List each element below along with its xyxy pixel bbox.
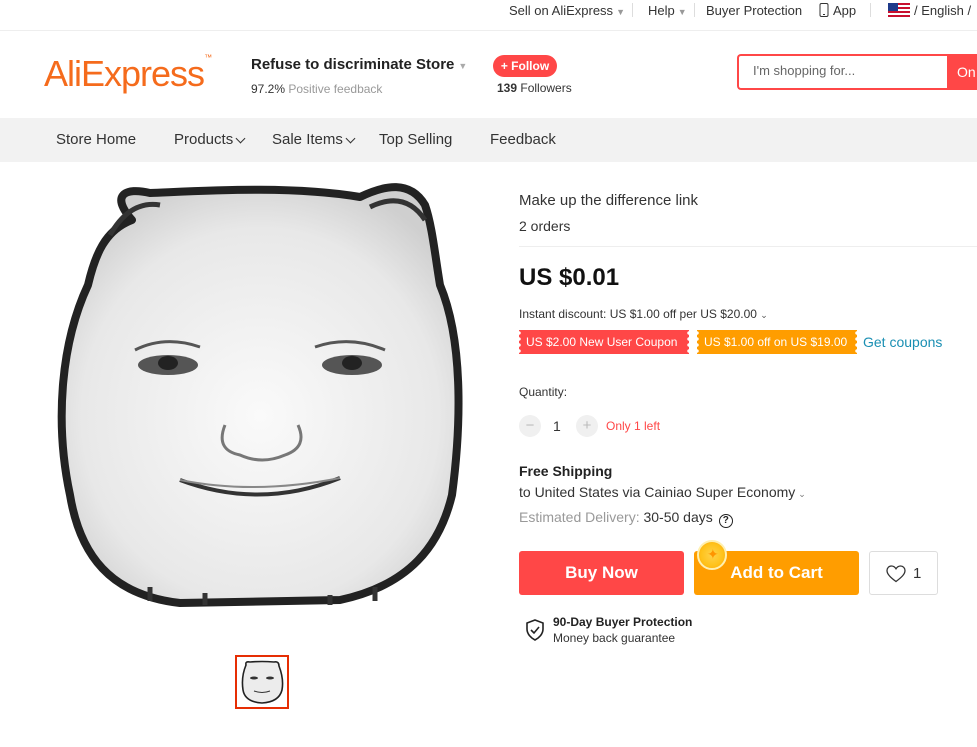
nav-products[interactable]: Products <box>174 131 246 148</box>
delivery-value: 30-50 days <box>643 509 713 525</box>
wishlist-button[interactable]: 1 <box>869 551 938 595</box>
plus-icon: + <box>582 417 592 434</box>
sell-on-aliexpress-link[interactable]: Sell on AliExpress ▼ <box>509 3 625 18</box>
product-main-image[interactable] <box>40 175 485 620</box>
feedback-value: 97.2% <box>251 82 286 96</box>
shipping-destination[interactable]: to United States via Cainiao Super Econo… <box>519 484 806 500</box>
thumbnail-image <box>237 657 287 707</box>
feedback-label: Positive feedback <box>288 82 383 96</box>
language-label: / English / <box>914 3 972 18</box>
new-user-coupon[interactable]: US $2.00 New User Coupon <box>519 330 689 354</box>
sparkle-badge-icon: ✦ <box>697 540 727 570</box>
quantity-decrease-button[interactable]: − <box>519 415 541 437</box>
order-count: 2 orders <box>519 218 571 234</box>
chevron-down-icon <box>345 133 356 144</box>
app-label: App <box>833 3 857 18</box>
divider <box>632 3 633 17</box>
sell-label: Sell on AliExpress <box>509 3 614 18</box>
shield-check-icon <box>526 619 544 641</box>
instant-discount[interactable]: Instant discount: US $1.00 off per US $2… <box>519 307 768 321</box>
store-header: AliExpress™ Refuse to discriminate Store… <box>0 30 977 118</box>
nav-feedback[interactable]: Feedback <box>490 131 556 148</box>
search-button[interactable]: On <box>947 54 977 90</box>
get-coupons-link[interactable]: Get coupons <box>863 334 942 350</box>
store-nav: Store Home Products Sale Items Top Selli… <box>0 118 977 162</box>
nav-label: Products <box>174 131 234 148</box>
nav-sale-items[interactable]: Sale Items <box>272 131 356 148</box>
nav-top-selling[interactable]: Top Selling <box>379 131 452 148</box>
shipping-destination-label: to United States via Cainiao Super Econo… <box>519 484 796 500</box>
question-icon[interactable]: ? <box>718 514 733 528</box>
followers-label: Followers <box>520 81 572 95</box>
chevron-down-icon: ⌄ <box>798 489 806 499</box>
aliexpress-logo[interactable]: AliExpress™ <box>44 53 212 95</box>
product-thumbnail[interactable] <box>235 655 289 709</box>
help-link[interactable]: Help ▼ <box>648 3 687 18</box>
buyer-protection-title: 90-Day Buyer Protection <box>553 615 693 629</box>
search-input[interactable] <box>753 63 943 78</box>
search-box: On <box>737 54 977 90</box>
store-name-label: Refuse to discriminate Store <box>251 56 455 73</box>
quantity-increase-button[interactable]: + <box>576 415 598 437</box>
divider <box>870 3 871 17</box>
divider <box>519 246 977 247</box>
followers-number: 139 <box>497 81 518 95</box>
wishlist-count: 1 <box>913 565 922 582</box>
buyer-protection-subtitle: Money back guarantee <box>553 631 676 645</box>
follow-button[interactable]: + Follow <box>493 55 557 77</box>
instant-discount-label: Instant discount: US $1.00 off per US $2… <box>519 307 757 321</box>
buyer-protection-link[interactable]: Buyer Protection <box>706 3 802 18</box>
nav-label: Store Home <box>56 131 137 148</box>
shipping-title: Free Shipping <box>519 463 613 479</box>
top-utility-bar: Sell on AliExpress ▼ Help ▼ Buyer Protecti… <box>0 0 977 22</box>
estimated-delivery: Estimated Delivery: 30-50 days? <box>519 509 733 528</box>
quantity-value[interactable]: 1 <box>553 418 561 434</box>
nav-store-home[interactable]: Store Home <box>56 131 136 148</box>
store-feedback: 97.2% Positive feedback <box>251 82 382 96</box>
chevron-down-icon: ▼ <box>677 7 687 17</box>
chevron-down-icon <box>235 133 246 144</box>
nav-label: Top Selling <box>379 131 453 148</box>
chevron-down-icon: ▼ <box>458 61 468 71</box>
divider <box>694 3 695 17</box>
store-coupon[interactable]: US $1.00 off on US $19.00 <box>697 330 857 354</box>
app-link[interactable]: App <box>819 3 856 18</box>
buy-now-button[interactable]: Buy Now <box>519 551 684 595</box>
stock-remaining: Only 1 left <box>606 419 661 433</box>
quantity-label: Quantity: <box>519 385 568 399</box>
heart-icon <box>886 565 906 583</box>
product-title: Make up the difference link <box>519 192 698 209</box>
minus-icon: − <box>525 417 535 434</box>
store-name[interactable]: Refuse to discriminate Store ▼ <box>251 56 467 73</box>
nav-label: Sale Items <box>272 131 343 148</box>
help-label: Help <box>648 3 675 18</box>
chevron-down-icon: ▼ <box>616 7 625 17</box>
delivery-label: Estimated Delivery: <box>519 509 640 525</box>
product-price: US $0.01 <box>519 264 620 291</box>
language-selector[interactable]: / English / <box>888 3 971 18</box>
trademark: ™ <box>204 53 212 62</box>
logo-text: AliExpress <box>44 53 205 94</box>
phone-icon <box>819 3 829 17</box>
nav-label: Feedback <box>490 131 556 148</box>
us-flag-icon <box>888 3 910 17</box>
chevron-down-icon: ⌄ <box>760 310 768 320</box>
followers-count: 139 Followers <box>497 81 572 95</box>
